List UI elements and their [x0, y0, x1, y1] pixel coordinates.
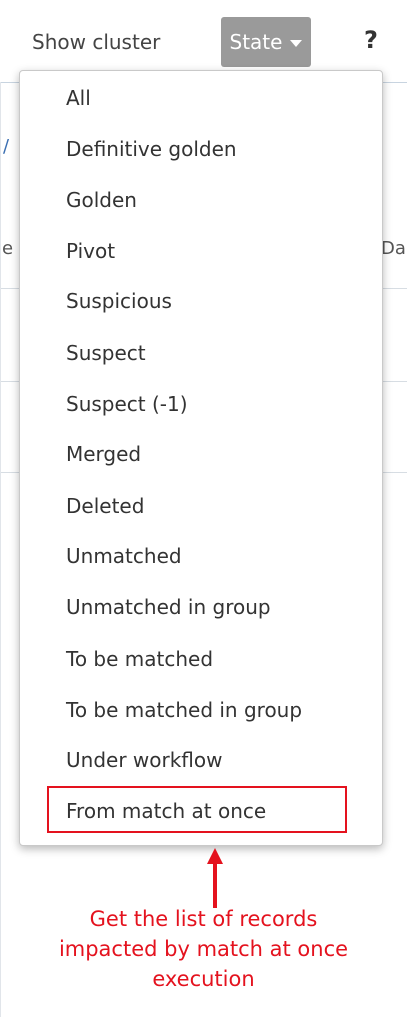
background-column-edge	[0, 82, 1, 1017]
menu-item-pivot[interactable]: Pivot	[66, 231, 115, 271]
menu-item-all[interactable]: All	[66, 78, 91, 118]
background-column-fragment-right: Da	[381, 238, 406, 259]
arrow-up-icon	[207, 848, 223, 908]
help-button[interactable]: ?	[364, 26, 378, 54]
screenshot-stage: e Da / Show cluster State ? All Definiti…	[0, 0, 407, 1017]
state-button-label: State	[229, 30, 283, 54]
menu-item-definitive-golden[interactable]: Definitive golden	[66, 129, 237, 169]
menu-item-under-workflow[interactable]: Under workflow	[66, 740, 222, 780]
menu-item-suspicious[interactable]: Suspicious	[66, 281, 172, 321]
menu-item-to-be-matched[interactable]: To be matched	[66, 639, 213, 679]
annotation-line-1: Get the list of records	[89, 907, 318, 931]
state-dropdown-button[interactable]: State	[221, 17, 311, 67]
menu-item-merged[interactable]: Merged	[66, 434, 141, 474]
menu-item-unmatched[interactable]: Unmatched	[66, 536, 182, 576]
state-dropdown-menu: All Definitive golden Golden Pivot Suspi…	[19, 70, 383, 846]
caret-down-icon	[290, 39, 303, 47]
highlight-box	[47, 786, 347, 833]
annotation-callout: Get the list of records impacted by matc…	[18, 904, 389, 994]
menu-item-unmatched-in-group[interactable]: Unmatched in group	[66, 587, 271, 627]
menu-item-suspect-minus-one[interactable]: Suspect (-1)	[66, 384, 188, 424]
menu-item-golden[interactable]: Golden	[66, 180, 137, 220]
background-left-edge-fragment: /	[3, 136, 10, 157]
menu-item-suspect[interactable]: Suspect	[66, 333, 146, 373]
show-cluster-button[interactable]: Show cluster	[32, 30, 160, 54]
annotation-line-2: impacted by match at once	[58, 937, 349, 961]
annotation-line-3: execution	[152, 967, 255, 991]
menu-item-to-be-matched-in-group[interactable]: To be matched in group	[66, 690, 302, 730]
background-column-fragment-left: e	[2, 238, 14, 259]
menu-item-deleted[interactable]: Deleted	[66, 486, 144, 526]
